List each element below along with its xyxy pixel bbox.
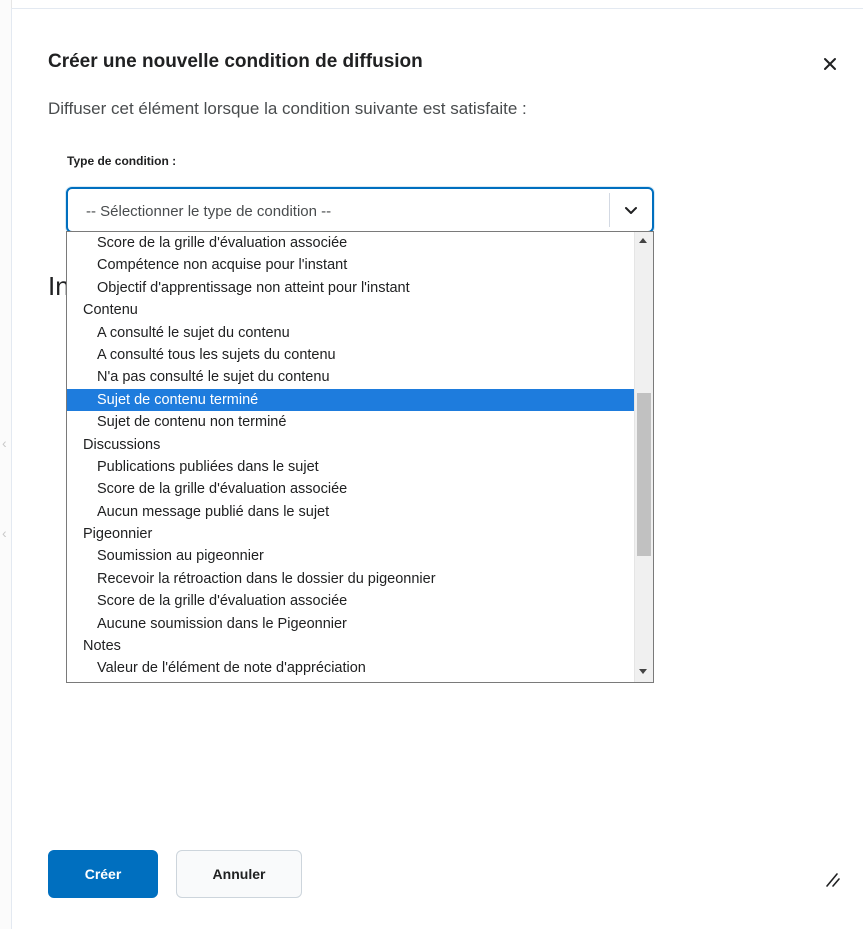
chevron-down-icon[interactable] bbox=[621, 200, 641, 220]
listbox-option[interactable]: Aucun message publié dans le sujet bbox=[67, 501, 634, 523]
listbox-option[interactable]: A consulté le sujet du contenu bbox=[67, 322, 634, 344]
resize-grip-icon[interactable] bbox=[823, 870, 841, 888]
cancel-button[interactable]: Annuler bbox=[176, 850, 302, 898]
condition-type-select[interactable]: -- Sélectionner le type de condition -- bbox=[66, 187, 654, 233]
condition-type-select-value: -- Sélectionner le type de condition -- bbox=[86, 203, 332, 220]
listbox-scrollbar[interactable] bbox=[634, 232, 653, 682]
scroll-down-arrow-icon[interactable] bbox=[639, 669, 647, 674]
background-fragment-icon: ‹ bbox=[2, 525, 7, 541]
listbox-option[interactable]: Sujet de contenu non terminé bbox=[67, 411, 634, 433]
dialog-subtitle: Diffuser cet élément lorsque la conditio… bbox=[48, 99, 527, 118]
listbox-option[interactable]: Score de la grille d'évaluation associée bbox=[67, 232, 634, 254]
listbox-option[interactable]: Aucune soumission dans le Pigeonnier bbox=[67, 613, 634, 635]
scroll-up-arrow-icon[interactable] bbox=[639, 238, 647, 243]
listbox-option[interactable]: Recevoir la rétroaction dans le dossier … bbox=[67, 568, 634, 590]
background-fragment-icon: ‹ bbox=[2, 435, 7, 451]
listbox-group-label: Notes bbox=[83, 638, 121, 655]
create-button[interactable]: Créer bbox=[48, 850, 158, 898]
listbox-option[interactable]: Publications publiées dans le sujet bbox=[67, 456, 634, 478]
listbox-options: Score de la grille d'évaluation associée… bbox=[67, 232, 634, 680]
listbox-option[interactable]: Soumission au pigeonnier bbox=[67, 545, 634, 567]
listbox-group-label: Contenu bbox=[83, 302, 138, 319]
dialog-title: Créer une nouvelle condition de diffusio… bbox=[48, 51, 423, 72]
listbox-option[interactable]: Score de la grille d'évaluation associée bbox=[67, 590, 634, 612]
listbox-option-selected[interactable]: Sujet de contenu terminé bbox=[67, 388, 634, 412]
listbox-group-label: Pigeonnier bbox=[83, 526, 153, 543]
close-button[interactable] bbox=[817, 51, 843, 77]
condition-type-listbox[interactable]: Score de la grille d'évaluation associée… bbox=[66, 231, 654, 683]
listbox-option[interactable]: Score de la grille d'évaluation associée bbox=[67, 478, 634, 500]
condition-type-label: Type de condition : bbox=[67, 154, 177, 168]
listbox-option[interactable]: Compétence non acquise pour l'instant bbox=[67, 254, 634, 276]
listbox-option[interactable]: Objectif d'apprentissage non atteint pou… bbox=[67, 277, 634, 299]
create-condition-dialog: Créer une nouvelle condition de diffusio… bbox=[11, 8, 863, 929]
listbox-group-label: Discussions bbox=[83, 436, 161, 453]
select-divider bbox=[609, 193, 610, 227]
close-icon bbox=[824, 58, 836, 70]
listbox-option[interactable]: N'a pas consulté le sujet du contenu bbox=[67, 366, 634, 388]
listbox-option[interactable]: Valeur de l'élément de note d'appréciati… bbox=[67, 657, 634, 679]
listbox-option[interactable]: A consulté tous les sujets du contenu bbox=[67, 344, 634, 366]
scrollbar-thumb[interactable] bbox=[637, 393, 651, 556]
